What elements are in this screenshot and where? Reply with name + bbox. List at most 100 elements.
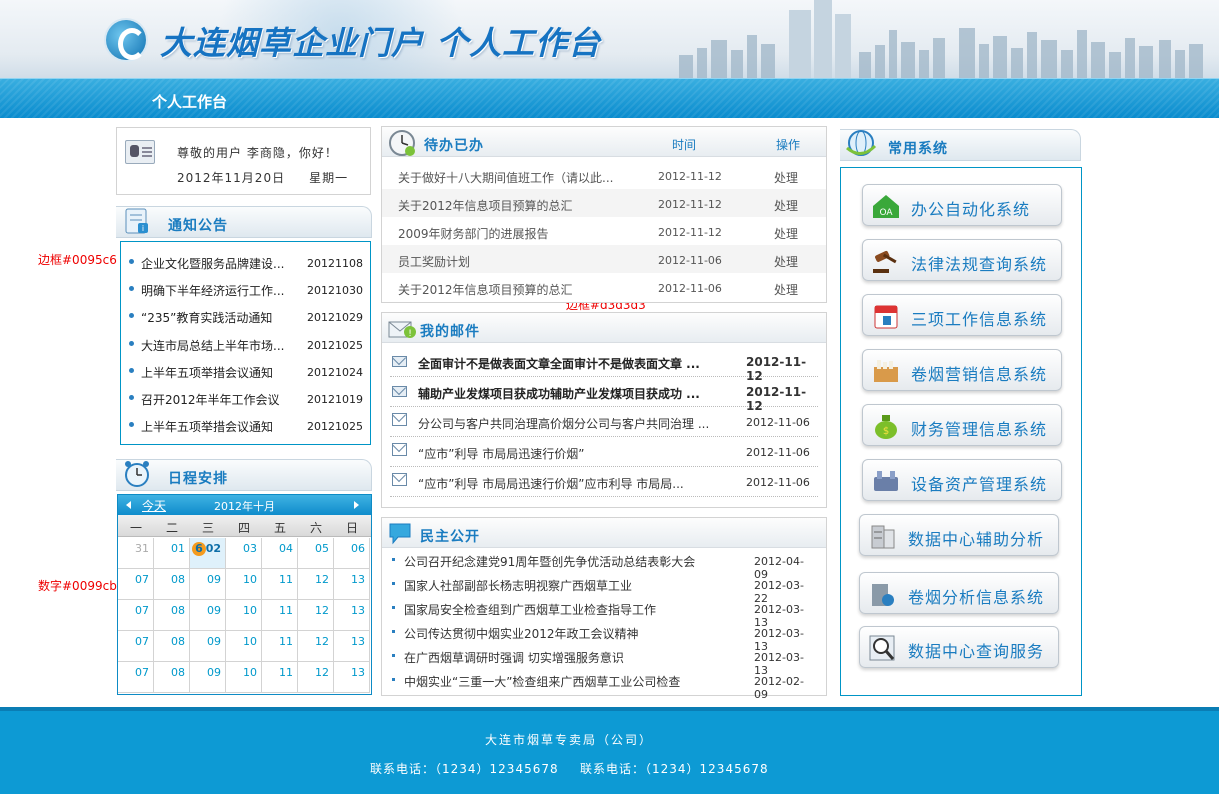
calendar-day[interactable]: 13 [334, 631, 370, 662]
bullet-icon [392, 654, 395, 657]
public-item[interactable]: 在广西烟草调研时强调 切实增强服务意识 2012-03-13 [392, 645, 816, 677]
notice-item[interactable]: 召开2012年半年工作会议 20121019 [121, 385, 372, 412]
calendar-day[interactable]: 09 [190, 569, 226, 600]
mail-item[interactable]: “应市”利导 市局局迅速行价烟”应市利导 市局局... 2012-11-06 [390, 467, 818, 497]
calendar-day[interactable]: 07 [118, 662, 154, 693]
todo-action-link[interactable]: 处理 [774, 281, 798, 298]
calendar-day[interactable]: 07 [118, 600, 154, 631]
system-button-equipment[interactable]: 设备资产管理系统 [862, 459, 1062, 501]
mail-item[interactable]: 辅助产业发煤项目获成功辅助产业发煤项目获成功 ... 2012-11-12 [390, 377, 818, 413]
calendar-day[interactable]: 09 [190, 631, 226, 662]
calendar-day[interactable]: 04 [262, 538, 298, 569]
public-item[interactable]: 中烟实业“三重一大”检查组来广西烟草工业公司检查 2012-02-09 [392, 669, 816, 701]
calendar-day-number: 11 [279, 635, 293, 648]
todo-row[interactable]: 关于做好十八大期间值班工作（请以此... 2012-11-12 处理 [382, 161, 826, 189]
notice-item[interactable]: “235”教育实践活动通知 20121029 [121, 303, 372, 330]
calendar-day[interactable]: 08 [154, 600, 190, 631]
public-item[interactable]: 公司传达贯彻中烟实业2012年政工会议精神 2012-03-13 [392, 621, 816, 653]
mail-header: ! 我的邮件 [382, 313, 826, 343]
prev-month-icon[interactable] [126, 501, 131, 509]
todo-row[interactable]: 员工奖励计划 2012-11-06 处理 [382, 245, 826, 273]
todo-row[interactable]: 2009年财务部门的进展报告 2012-11-12 处理 [382, 217, 826, 245]
weekday-label: 五 [273, 521, 286, 535]
todo-action-link[interactable]: 处理 [774, 253, 798, 270]
public-item[interactable]: 国家人社部副部长杨志明视察广西烟草工业 2012-03-22 [392, 573, 816, 605]
calendar-day[interactable]: 31 [118, 538, 154, 569]
calendar-day[interactable]: 09 [190, 600, 226, 631]
calendar-day[interactable]: 11 [262, 569, 298, 600]
calendar-day[interactable]: 10 [226, 600, 262, 631]
mail-subject: “应市”利导 市局局迅速行价烟”应市利导 市局局... [418, 477, 684, 491]
calendar-month: 2012年十月 [214, 500, 275, 513]
system-button-finance[interactable]: $ 财务管理信息系统 [862, 404, 1062, 446]
todo-action-link[interactable]: 处理 [774, 169, 798, 186]
system-button-oa[interactable]: OA 办公自动化系统 [862, 184, 1062, 226]
calendar-day[interactable]: 01 [154, 538, 190, 569]
system-button-data-query[interactable]: 数据中心查询服务 [859, 626, 1059, 668]
system-button-data-analysis[interactable]: 数据中心辅助分析 [859, 514, 1059, 556]
next-month-icon[interactable] [354, 501, 359, 509]
event-count-badge[interactable]: 6 [192, 542, 206, 556]
notice-item[interactable]: 企业文化暨服务品牌建设... 20121108 [121, 249, 372, 276]
page-footer: 大连市烟草专卖局（公司） 联系电话：（1234）12345678 联系电话：（1… [0, 707, 1219, 794]
public-item[interactable]: 国家局安全检查组到广西烟草工业检查指导工作 2012-03-13 [392, 597, 816, 629]
system-label: 数据中心查询服务 [908, 642, 1045, 661]
system-button-three-work[interactable]: 三项工作信息系统 [862, 294, 1062, 336]
todo-action-link[interactable]: 处理 [774, 197, 798, 214]
user-card-icon [125, 140, 155, 164]
notice-item[interactable]: 大连市局总结上半年市场... 20121025 [121, 331, 372, 358]
calendar-day[interactable]: 06 [334, 538, 370, 569]
notice-item[interactable]: 上半年五项举措会议通知 20121024 [121, 358, 372, 385]
mail-item[interactable]: “应市”利导 市局局迅速行价烟” 2012-11-06 [390, 437, 818, 467]
calendar-day[interactable]: 10 [226, 569, 262, 600]
system-button-cigarette-analysis[interactable]: 卷烟分析信息系统 [859, 572, 1059, 614]
calendar-day[interactable]: 08 [154, 569, 190, 600]
open-envelope-icon [392, 413, 407, 426]
public-item[interactable]: 公司召开纪念建党91周年暨创先争优活动总结表彰大会 2012-04-09 [392, 549, 816, 581]
public-title: 民主公开 [420, 529, 480, 545]
calendar-day[interactable]: 13 [334, 600, 370, 631]
calendar-day[interactable]: 12 [298, 569, 334, 600]
todo-row[interactable]: 关于2012年信息项目预算的总汇 2012-11-06 处理 [382, 273, 826, 301]
calendar-day[interactable]: 13 [334, 662, 370, 693]
calendar-day-number: 12 [315, 604, 329, 617]
calendar-day[interactable]: 10 [226, 662, 262, 693]
calendar-day[interactable]: 07 [118, 631, 154, 662]
systems-title: 常用系统 [888, 141, 948, 157]
calendar-day-number: 08 [171, 635, 185, 648]
calendar-day[interactable]: 05 [298, 538, 334, 569]
calendar-day[interactable]: 08 [154, 631, 190, 662]
svg-text:$: $ [883, 426, 889, 437]
calendar-day[interactable]: 02 6 [190, 538, 226, 569]
mail-panel: ! 我的邮件 全面审计不是做表面文章全面审计不是做表面文章 ... 2012-11… [381, 312, 827, 508]
todo-date: 2012-11-12 [658, 226, 722, 239]
calendar-day[interactable]: 11 [262, 662, 298, 693]
calendar-day-number: 13 [351, 666, 365, 679]
calendar-day[interactable]: 12 [298, 662, 334, 693]
calendar-day[interactable]: 07 [118, 569, 154, 600]
notice-date: 20121030 [307, 284, 363, 297]
calendar-day[interactable]: 11 [262, 631, 298, 662]
public-date: 2012-02-09 [754, 675, 804, 701]
calendar-day[interactable]: 09 [190, 662, 226, 693]
system-button-law[interactable]: 法律法规查询系统 [862, 239, 1062, 281]
notice-item[interactable]: 上半年五项举措会议通知 20121025 [121, 412, 372, 439]
calendar-day[interactable]: 11 [262, 600, 298, 631]
todo-title: 待办已办 [424, 138, 484, 154]
mail-item[interactable]: 分公司与客户共同治理高价烟分公司与客户共同治理 ... 2012-11-06 [390, 407, 818, 437]
calendar-day[interactable]: 08 [154, 662, 190, 693]
calendar-day[interactable]: 03 [226, 538, 262, 569]
notice-item[interactable]: 明确下半年经济运行工作... 20121030 [121, 276, 372, 303]
today-link[interactable]: 今天 [142, 497, 166, 514]
gavel-icon [873, 250, 897, 273]
todo-action-link[interactable]: 处理 [774, 225, 798, 242]
calendar-day[interactable]: 10 [226, 631, 262, 662]
greeting-text: 尊敬的用户 李商隐，你好！ [177, 146, 338, 160]
mail-item[interactable]: 全面审计不是做表面文章全面审计不是做表面文章 ... 2012-11-12 [390, 347, 818, 383]
calendar-day[interactable]: 12 [298, 600, 334, 631]
calendar-day[interactable]: 13 [334, 569, 370, 600]
calendar-day[interactable]: 12 [298, 631, 334, 662]
system-button-marketing[interactable]: 卷烟营销信息系统 [862, 349, 1062, 391]
page-title: 个人工作台 [152, 93, 228, 111]
todo-row[interactable]: 关于2012年信息项目预算的总汇 2012-11-12 处理 [382, 189, 826, 217]
